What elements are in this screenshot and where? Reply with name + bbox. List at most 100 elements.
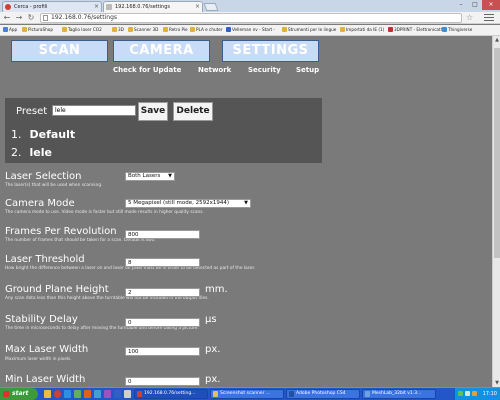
taskbar-item-photoshop[interactable]: Adobe Photoshop CS4 xyxy=(286,389,360,399)
bookmark-item[interactable]: Thingiverse xyxy=(442,27,472,32)
scan-button[interactable]: SCAN xyxy=(11,40,108,62)
setting-description: Maximum laser width in pixels. xyxy=(5,357,72,362)
bookmark-item[interactable]: Taglio laser CO2 xyxy=(62,27,102,32)
setting-title: Ground Plane Height xyxy=(5,284,109,295)
app-icon[interactable] xyxy=(104,390,111,398)
folder-icon xyxy=(282,27,287,32)
camera-mode-dropdown[interactable]: 5 Megapixel (still mode, 2592x1944) ▼ xyxy=(125,199,251,208)
app-icon[interactable] xyxy=(114,390,121,398)
preset-name-input[interactable] xyxy=(52,105,136,116)
save-button[interactable]: Save xyxy=(138,102,168,121)
tab-strip: Cerca - profili × 192.168.0.76/settings … xyxy=(0,0,500,12)
camera-button[interactable]: CAMERA xyxy=(113,40,210,62)
preset-item-default[interactable]: 1. Default xyxy=(11,128,75,141)
page-icon xyxy=(388,27,393,32)
folder-icon xyxy=(190,27,195,32)
setting-title: Laser Threshold xyxy=(5,254,85,265)
close-icon[interactable]: × xyxy=(195,2,200,12)
window-controls: – □ × xyxy=(454,0,500,10)
stability-delay-input[interactable] xyxy=(125,318,200,327)
bookmark-item[interactable]: 3DPRINT - Elettronicath xyxy=(388,27,443,32)
volume-icon[interactable] xyxy=(465,391,470,396)
reload-icon[interactable]: ↻ xyxy=(26,13,36,23)
address-text: 192.168.0.76/settings xyxy=(51,14,118,21)
bookmark-item[interactable]: Scanner 3D xyxy=(128,27,158,32)
bookmark-item[interactable]: PicturaShop xyxy=(22,27,53,32)
setting-title: Camera Mode xyxy=(5,198,75,209)
bookmark-item[interactable]: Strumenti per le lingue xyxy=(282,27,336,32)
folder-icon xyxy=(128,27,133,32)
browser-tab-settings[interactable]: 192.168.0.76/settings × xyxy=(103,1,203,12)
security-link[interactable]: Security xyxy=(248,66,281,74)
check-for-update-link[interactable]: Check for Update xyxy=(113,66,181,74)
bookmark-item[interactable]: Retro Pie xyxy=(163,27,188,32)
app-icon[interactable] xyxy=(84,390,91,398)
apps-icon xyxy=(3,27,8,32)
bookmark-item[interactable]: Velleman nv - Start - xyxy=(226,27,275,32)
scrollbar-thumb[interactable] xyxy=(494,48,500,258)
min-laser-width-input[interactable] xyxy=(125,377,200,386)
window-close-icon[interactable]: × xyxy=(482,0,500,10)
network-icon[interactable] xyxy=(458,391,463,396)
settings-button[interactable]: SETTINGS xyxy=(222,40,319,62)
network-link[interactable]: Network xyxy=(198,66,231,74)
frames-per-revolution-input[interactable] xyxy=(125,230,200,239)
chrome-icon xyxy=(137,391,142,397)
taskbar-item-browser[interactable]: 192.168.0.76/setting... xyxy=(134,389,208,399)
laser-selection-dropdown[interactable]: Both Lasers ▼ xyxy=(125,172,175,181)
taskbar-item-meshlab[interactable]: MeshLab_32bit v1.3... xyxy=(362,389,436,399)
laser-threshold-input[interactable] xyxy=(125,258,200,267)
new-tab-button[interactable] xyxy=(203,3,219,11)
start-button[interactable]: start xyxy=(0,388,38,400)
forward-arrow-icon[interactable]: → xyxy=(14,13,24,23)
unit-label: px. xyxy=(205,344,221,355)
bookmark-star-icon[interactable]: ☆ xyxy=(466,13,473,22)
menu-icon[interactable] xyxy=(484,14,494,22)
clock: 17:10 xyxy=(482,391,497,397)
bookmark-item[interactable]: App xyxy=(3,27,17,32)
close-icon[interactable]: × xyxy=(94,2,99,12)
scroll-down-icon[interactable]: ▼ xyxy=(493,379,500,387)
taskbar: start 192.168.0.76/setting... Screenshot… xyxy=(0,387,500,400)
app-icon[interactable] xyxy=(124,390,131,398)
meshlab-icon xyxy=(365,391,370,397)
page-icon xyxy=(106,4,112,10)
bookmark-item[interactable]: PLA e chuter xyxy=(190,27,223,32)
page-icon xyxy=(43,15,48,21)
vertical-scrollbar[interactable]: ▲ ▼ xyxy=(492,36,500,387)
setting-title: Laser Selection xyxy=(5,171,82,182)
delete-button[interactable]: Delete xyxy=(173,102,213,121)
page-icon xyxy=(226,27,231,32)
app-icon[interactable] xyxy=(74,390,81,398)
bookmark-item[interactable]: Importati da IE (1) xyxy=(340,27,384,32)
setup-link[interactable]: Setup xyxy=(296,66,319,74)
max-laser-width-input[interactable] xyxy=(125,347,200,356)
tab-label: 192.168.0.76/settings xyxy=(115,4,171,10)
ground-plane-height-input[interactable] xyxy=(125,288,200,297)
preset-item-lele[interactable]: 2. lele xyxy=(11,146,52,159)
chrome-icon[interactable] xyxy=(54,390,61,398)
folder-icon xyxy=(62,27,67,32)
bookmark-item[interactable]: 3D xyxy=(112,27,124,32)
preset-label: Preset xyxy=(16,106,48,117)
taskbar-item-screenshot[interactable]: Screenshot scanner ... xyxy=(210,389,284,399)
photoshop-icon xyxy=(289,391,294,397)
folder-icon xyxy=(163,27,168,32)
app-icon[interactable] xyxy=(94,390,101,398)
back-arrow-icon[interactable]: ← xyxy=(2,13,12,23)
google-icon xyxy=(5,4,11,10)
setting-description: The camera mode to use. Video mode is fa… xyxy=(5,210,204,215)
scroll-up-icon[interactable]: ▲ xyxy=(493,36,500,44)
address-bar[interactable]: 192.168.0.76/settings xyxy=(40,13,462,23)
maximize-icon[interactable]: □ xyxy=(468,0,482,10)
folder-icon xyxy=(22,27,27,32)
setting-title: Min Laser Width xyxy=(5,374,86,385)
tray-icon[interactable] xyxy=(472,391,477,396)
browser-icon[interactable] xyxy=(64,390,71,398)
minimize-icon[interactable]: – xyxy=(454,0,468,10)
folder-icon xyxy=(340,27,345,32)
browser-tab-cerca[interactable]: Cerca - profili × xyxy=(2,1,102,12)
setting-title: Frames Per Revolution xyxy=(5,226,117,237)
bookmarks-bar: App PicturaShop Taglio laser CO2 3D Scan… xyxy=(0,25,500,36)
folder-icon[interactable] xyxy=(44,390,51,398)
